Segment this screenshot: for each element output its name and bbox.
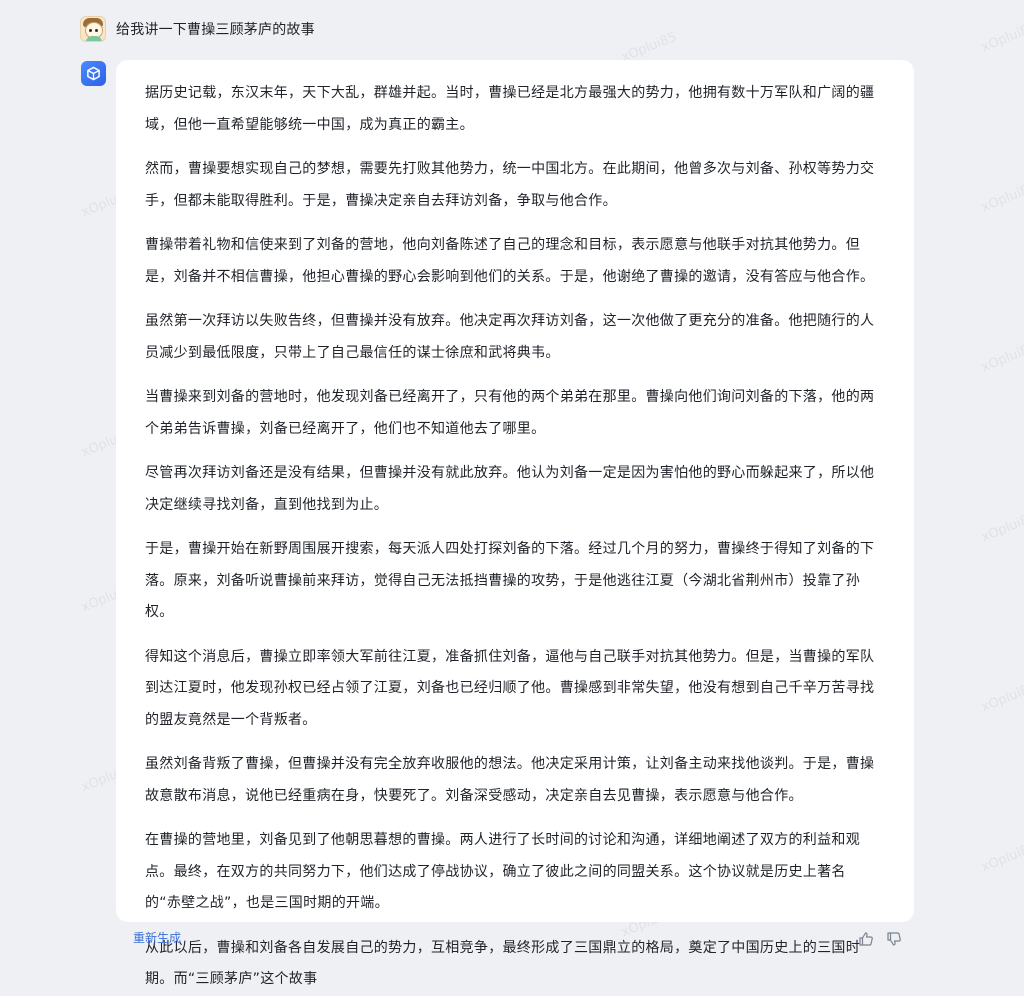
cartoon-avatar-icon [80,16,106,42]
answer-paragraph: 尽管再次拜访刘备还是没有结果，但曹操并没有就此放弃。他认为刘备一定是因为害怕他的… [145,465,875,513]
answer-paragraph: 曹操带着礼物和信使来到了刘备的营地，他向刘备陈述了自己的理念和目标，表示愿意与他… [145,237,875,285]
watermark-text: xOplui85 [979,179,1024,216]
answer-paragraph: 当曹操来到刘备的营地时，他发现刘备已经离开了，只有他的两个弟弟在那里。曹操向他们… [145,389,875,437]
watermark-text: xOplui85 [979,19,1024,56]
watermark-text: xOplui85 [979,509,1024,546]
answer-paragraph: 得知这个消息后，曹操立即率领大军前往江夏，准备抓住刘备，逼他与自己联手对抗其他势… [145,648,875,728]
thumbs-up-icon[interactable] [858,931,874,947]
watermark-text: xOplui85 [979,839,1024,876]
thumbs-down-icon[interactable] [886,931,902,947]
cube-logo-icon [81,61,106,86]
answer-paragraph: 从此以后，曹操和刘备各自发展自己的势力，互相竞争，最终形成了三国鼎立的格局，奠定… [145,939,860,988]
feedback-buttons [858,931,902,947]
user-question-text: 给我讲一下曹操三顾茅庐的故事 [116,22,315,38]
answer-paragraph: 在曹操的营地里，刘备见到了他朝思暮想的曹操。两人进行了长时间的讨论和沟通，详细地… [145,832,860,911]
user-message-row: 给我讲一下曹操三顾茅庐的故事 [80,15,315,43]
answer-paragraph: 虽然刘备背叛了曹操，但曹操并没有完全放弃收服他的想法。他决定采用计策，让刘备主动… [145,756,875,804]
answer-paragraph: 据历史记载，东汉末年，天下大乱，群雄并起。当时，曹操已经是北方最强大的势力，他拥… [145,85,875,133]
answer-paragraph: 虽然第一次拜访以失败告终，但曹操并没有放弃。他决定再次拜访刘备，这一次他做了更充… [145,313,875,361]
watermark-text: xOplui85 [979,679,1024,716]
answer-card: 据历史记载，东汉末年，天下大乱，群雄并起。当时，曹操已经是北方最强大的势力，他拥… [116,60,914,987]
answer-paragraph: 于是，曹操开始在新野周围展开搜索，每天派人四处打探刘备的下落。经过几个月的努力，… [145,541,875,620]
regenerate-link[interactable]: 重新生成 [133,929,181,946]
watermark-text: xOplui85 [979,339,1024,376]
answer-paragraph: 然而，曹操要想实现自己的梦想，需要先打败其他势力，统一中国北方。在此期间，他曾多… [145,161,875,209]
